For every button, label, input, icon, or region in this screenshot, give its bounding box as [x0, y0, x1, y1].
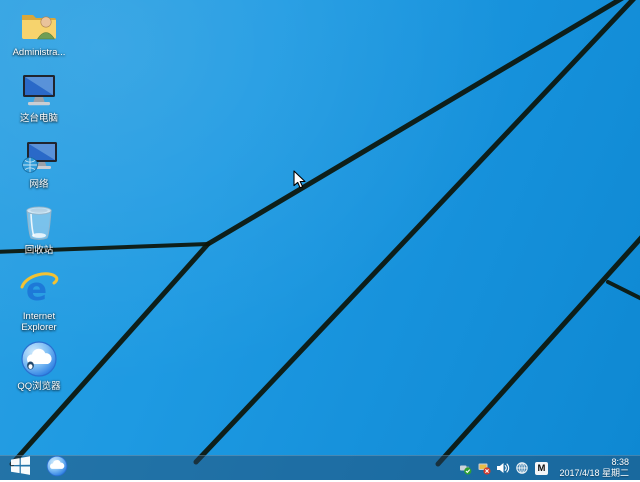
desktop-icon-recycle-bin[interactable]: 回收站 — [4, 200, 74, 264]
safely-remove-hardware-icon[interactable] — [458, 461, 472, 475]
desktop-icon-internet-explorer[interactable]: e Internet Explorer — [4, 266, 74, 334]
network-globe-icon[interactable] — [515, 461, 529, 475]
desktop-icon-label: 网络 — [29, 179, 49, 190]
taskbar: M 8:38 2017/4/18 星期二 — [0, 455, 640, 480]
volume-icon[interactable] — [496, 461, 510, 475]
user-folder-icon — [18, 6, 60, 44]
desktop-icon-this-pc[interactable]: 这台电脑 — [4, 68, 74, 132]
clock-time: 8:38 — [611, 457, 629, 467]
qq-browser-taskbar-icon — [46, 455, 68, 482]
network-icon — [18, 138, 60, 176]
desktop-icon-column: Administra... 这台电脑 网络 回收站 e Internet Exp… — [4, 2, 74, 402]
desktop-icon-administrator[interactable]: Administra... — [4, 2, 74, 66]
taskbar-clock[interactable]: 8:38 2017/4/18 星期二 — [553, 456, 636, 480]
desktop-wallpaper — [0, 0, 640, 480]
internet-explorer-icon: e — [18, 270, 60, 308]
recycle-bin-icon — [18, 204, 60, 242]
qq-browser-icon — [18, 340, 60, 378]
system-tray: M 8:38 2017/4/18 星期二 — [454, 456, 640, 480]
clock-date: 2017/4/18 星期二 — [559, 468, 629, 478]
desktop-icon-label: QQ浏览器 — [17, 380, 61, 392]
desktop-icon-label: 回收站 — [24, 245, 54, 256]
wallpaper-lines — [0, 0, 640, 467]
this-pc-icon — [18, 72, 60, 110]
ime-mode-icon[interactable]: M — [534, 461, 548, 475]
desktop-icon-qq-browser[interactable]: QQ浏览器 — [4, 336, 74, 400]
windows-logo-icon — [10, 456, 30, 480]
ime-mode-label: M — [534, 461, 548, 475]
taskbar-app-qq-browser[interactable] — [40, 455, 74, 482]
desktop-icon-label: 这台电脑 — [19, 113, 58, 124]
desktop-icon-network[interactable]: 网络 — [4, 134, 74, 198]
device-error-icon[interactable] — [477, 461, 492, 475]
desktop-icon-label: Internet Explorer — [21, 311, 57, 334]
start-button[interactable] — [0, 456, 40, 480]
desktop-icon-label: Administra... — [12, 47, 66, 58]
